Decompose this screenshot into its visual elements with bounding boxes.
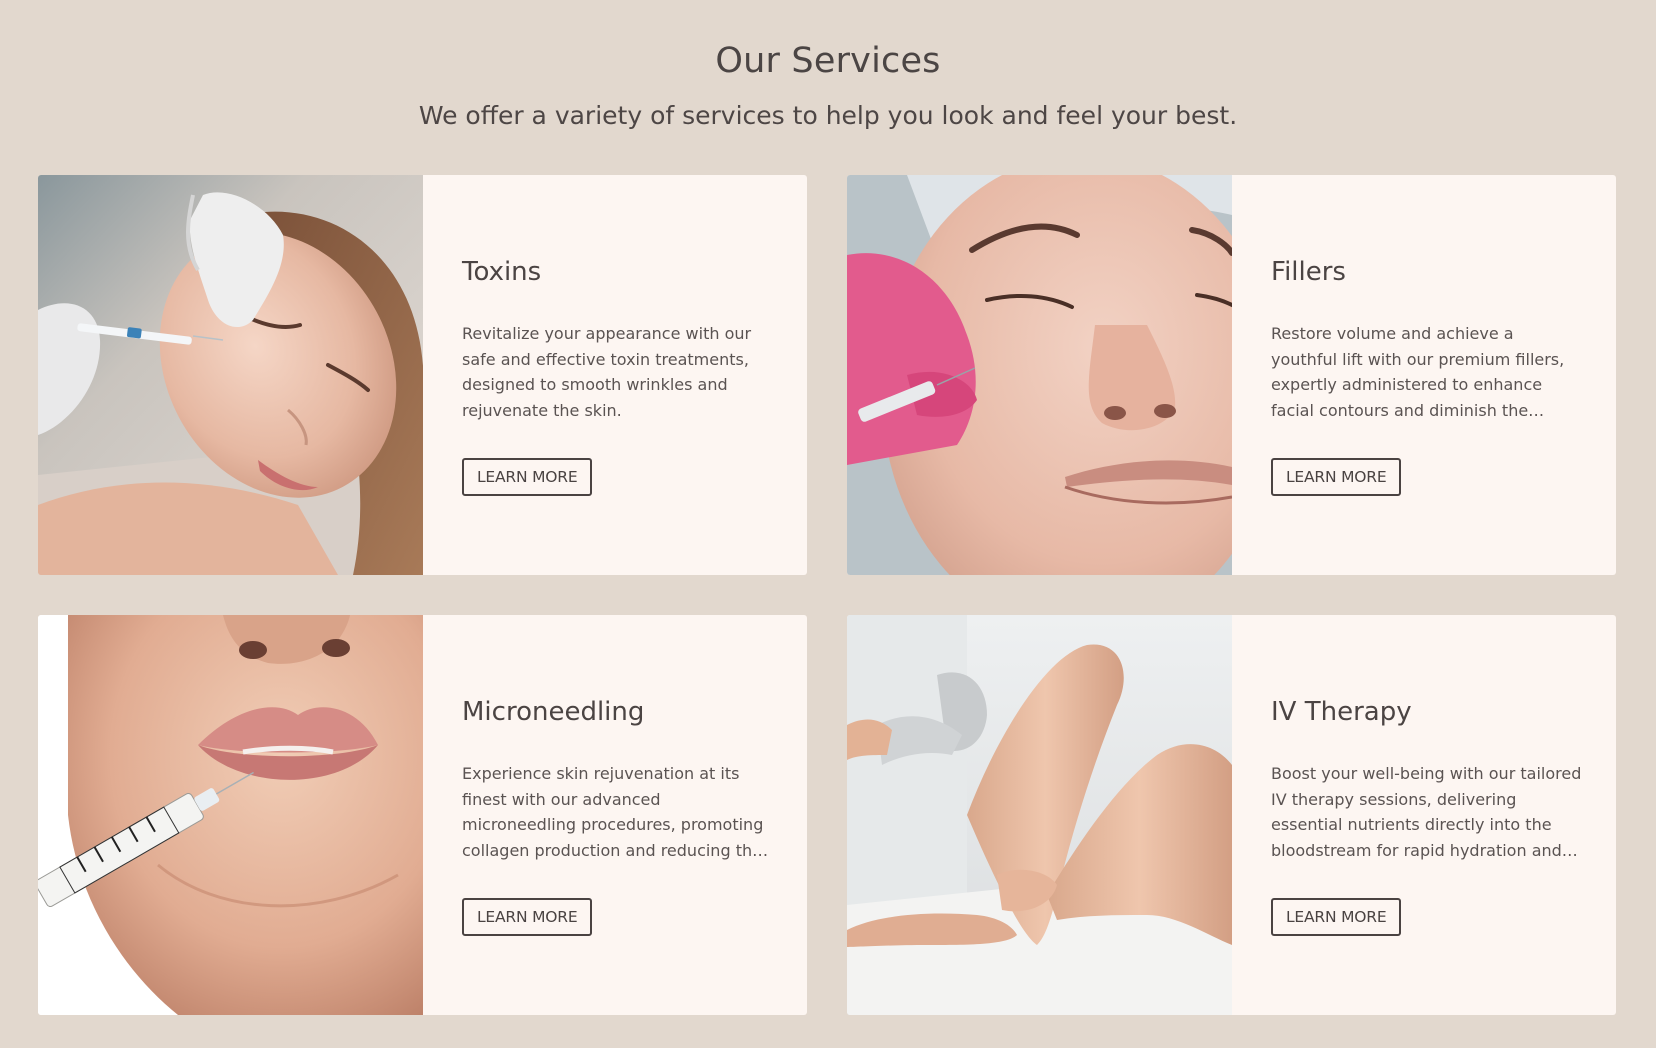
microneedling-photo	[38, 615, 423, 1015]
service-card-fillers: Fillers Restore volume and achieve a you…	[847, 175, 1616, 575]
fillers-photo	[847, 175, 1232, 575]
service-title: Microneedling	[462, 697, 645, 727]
learn-more-button[interactable]: LEARN MORE	[1271, 898, 1402, 936]
fillers-content: Fillers Restore volume and achieve a you…	[1271, 175, 1583, 575]
iv-therapy-photo	[847, 615, 1232, 1015]
service-card-toxins: Toxins Revitalize your appearance with o…	[38, 175, 807, 575]
learn-more-button[interactable]: LEARN MORE	[462, 458, 593, 496]
toxins-content: Toxins Revitalize your appearance with o…	[462, 175, 774, 575]
services-grid: Toxins Revitalize your appearance with o…	[38, 175, 1616, 1015]
page-subtitle: We offer a variety of services to help y…	[418, 101, 1238, 130]
service-description: Experience skin rejuvenation at its fine…	[462, 764, 764, 860]
toxins-image	[38, 175, 423, 575]
toxins-photo	[38, 175, 423, 575]
service-title: Toxins	[462, 257, 542, 287]
microneedling-image	[38, 615, 423, 1015]
microneedling-content: Microneedling Experience skin rejuvenati…	[462, 615, 774, 1015]
service-title: Fillers	[1271, 257, 1346, 287]
service-title: IV Therapy	[1271, 697, 1412, 727]
iv-therapy-image	[847, 615, 1232, 1015]
iv-therapy-content: IV Therapy Boost your well-being with ou…	[1271, 615, 1583, 1015]
service-description: Boost your well-being with our tailored …	[1271, 764, 1582, 860]
learn-more-button[interactable]: LEARN MORE	[462, 898, 593, 936]
learn-more-button[interactable]: LEARN MORE	[1271, 458, 1402, 496]
service-description: Restore volume and achieve a youthful li…	[1271, 324, 1565, 420]
service-description: Revitalize your appearance with our safe…	[462, 324, 752, 420]
service-card-iv-therapy: IV Therapy Boost your well-being with ou…	[847, 615, 1616, 1015]
service-card-microneedling: Microneedling Experience skin rejuvenati…	[38, 615, 807, 1015]
page-title: Our Services	[715, 41, 941, 81]
fillers-image	[847, 175, 1232, 575]
